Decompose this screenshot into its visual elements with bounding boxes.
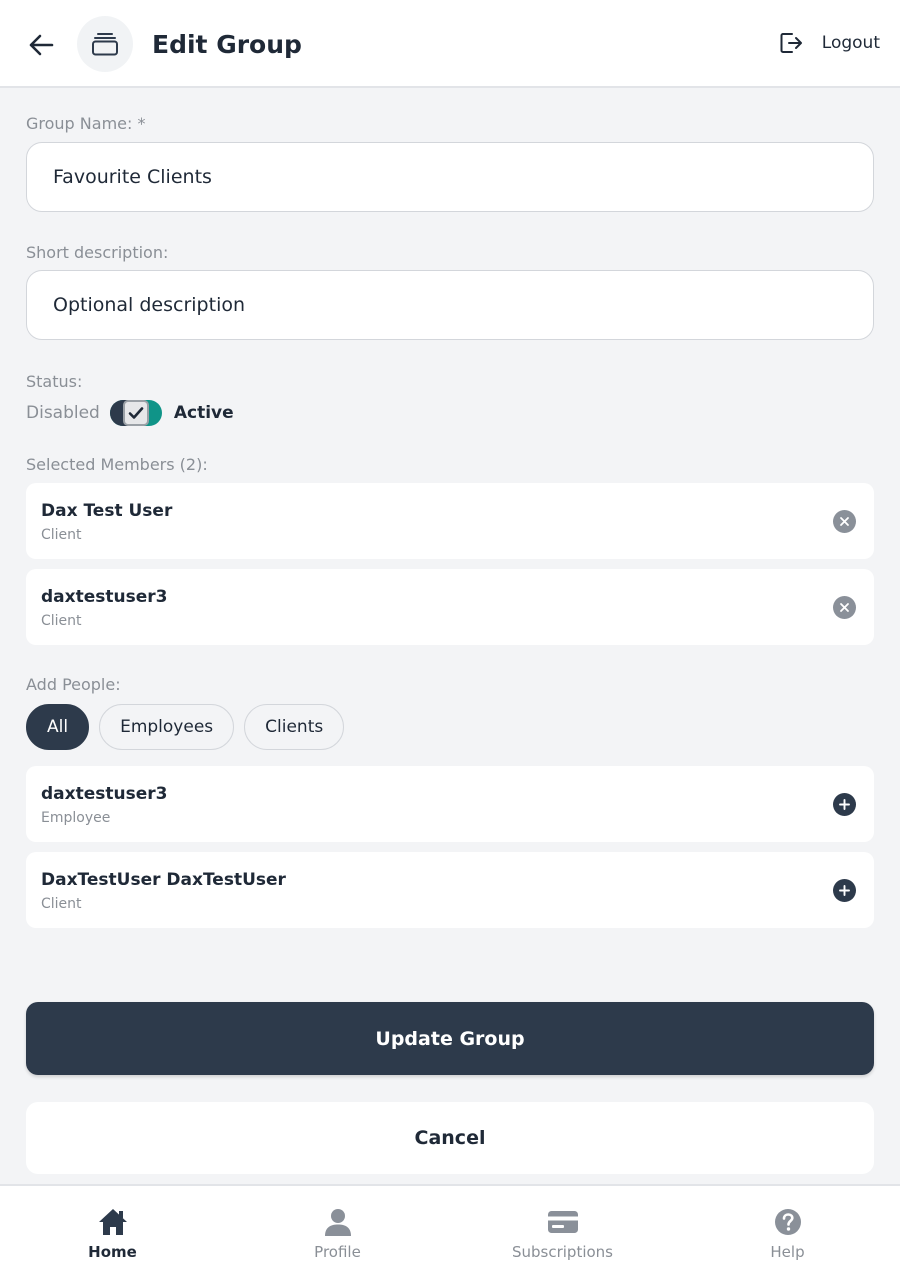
- remove-member-button[interactable]: [833, 510, 856, 533]
- nav-label-subscriptions: Subscriptions: [511, 1243, 613, 1261]
- person-card: daxtestuser3 Employee: [26, 766, 874, 842]
- logout-label: Logout: [821, 33, 880, 53]
- filter-chip-clients[interactable]: Clients: [244, 704, 345, 750]
- filter-chips: All Employees Clients: [26, 704, 345, 750]
- home-icon: [98, 1209, 127, 1235]
- remove-member-button[interactable]: [833, 596, 856, 619]
- filter-chip-all[interactable]: All: [26, 704, 90, 750]
- page-title: Edit Group: [152, 30, 302, 59]
- nav-item-subscriptions[interactable]: Subscriptions: [450, 1186, 675, 1286]
- selected-member-card: daxtestuser3 Client: [26, 569, 874, 645]
- status-toggle[interactable]: [109, 400, 162, 426]
- user-icon: [324, 1209, 351, 1236]
- back-button[interactable]: [24, 28, 58, 62]
- selected-members-label: Selected Members (2):: [26, 455, 208, 474]
- description-label: Short description:: [26, 243, 169, 262]
- update-group-button[interactable]: Update Group: [26, 1002, 874, 1075]
- logout-icon: [780, 33, 802, 53]
- status-row: Disabled Active: [26, 398, 234, 428]
- person-role: Client: [41, 896, 82, 912]
- nav-item-profile[interactable]: Profile: [225, 1186, 450, 1286]
- person-name: DaxTestUser DaxTestUser: [41, 870, 286, 890]
- group-name-input[interactable]: [26, 142, 874, 212]
- description-input[interactable]: [26, 270, 874, 340]
- group-name-label: Group Name: *: [26, 114, 146, 133]
- toggle-knob: [122, 400, 149, 426]
- plus-icon: [839, 885, 850, 896]
- group-avatar: [77, 16, 133, 72]
- member-role: Client: [41, 613, 82, 629]
- person-name: daxtestuser3: [41, 784, 168, 804]
- arrow-left-icon: [29, 34, 54, 56]
- add-person-button[interactable]: [833, 793, 856, 816]
- person-role: Employee: [41, 810, 111, 826]
- logout-button[interactable]: Logout: [778, 30, 880, 56]
- nav-item-help[interactable]: Help: [675, 1186, 900, 1286]
- check-icon: [128, 407, 144, 419]
- member-name: daxtestuser3: [41, 587, 168, 607]
- stacked-layers-icon: [92, 33, 118, 56]
- member-role: Client: [41, 527, 82, 543]
- status-label: Status:: [26, 372, 83, 391]
- selected-member-card: Dax Test User Client: [26, 483, 874, 559]
- close-icon: [840, 517, 849, 526]
- plus-icon: [839, 799, 850, 810]
- filter-chip-employees[interactable]: Employees: [99, 704, 235, 750]
- add-person-button[interactable]: [833, 879, 856, 902]
- status-disabled-label: Disabled: [26, 403, 100, 423]
- add-people-label: Add People:: [26, 675, 121, 694]
- person-card: DaxTestUser DaxTestUser Client: [26, 852, 874, 928]
- nav-label-home: Home: [88, 1243, 137, 1261]
- nav-item-home[interactable]: Home: [0, 1186, 225, 1286]
- status-active-label: Active: [173, 403, 234, 423]
- nav-label-help: Help: [770, 1243, 805, 1261]
- cancel-button[interactable]: Cancel: [26, 1102, 874, 1174]
- help-circle-icon: [774, 1209, 801, 1235]
- close-icon: [840, 603, 849, 612]
- member-name: Dax Test User: [41, 501, 173, 521]
- app-header: Edit Group Logout: [0, 0, 900, 88]
- credit-card-icon: [547, 1211, 578, 1233]
- bottom-nav: Home Profile Subscriptions Help: [0, 1184, 900, 1286]
- nav-label-profile: Profile: [314, 1243, 361, 1261]
